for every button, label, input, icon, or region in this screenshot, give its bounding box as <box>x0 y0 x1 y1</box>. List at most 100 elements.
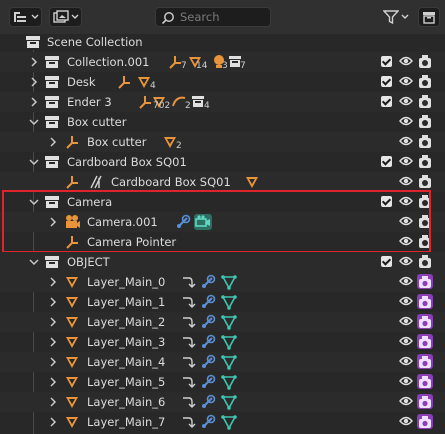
exclude-checkbox[interactable] <box>381 76 392 87</box>
eye-icon[interactable] <box>399 175 413 190</box>
eye-icon[interactable] <box>399 375 413 390</box>
eye-icon[interactable] <box>399 255 413 270</box>
modifier-arrow-icon[interactable] <box>181 374 197 390</box>
constraint-icon[interactable] <box>175 214 191 230</box>
collection-row-object[interactable]: OBJECT <box>0 252 445 272</box>
eye-icon[interactable] <box>399 355 413 370</box>
render-camera-icon[interactable] <box>417 314 433 329</box>
eye-icon[interactable] <box>399 155 413 170</box>
modifier-arrow-icon[interactable] <box>181 334 197 350</box>
expand-arrow-icon[interactable] <box>48 216 58 231</box>
render-camera-icon[interactable] <box>417 414 433 429</box>
modifier-arrow-icon[interactable] <box>181 314 197 330</box>
collection-row-ender3[interactable]: Ender 3 702 2 4 <box>0 92 445 112</box>
filter-view-dropdown[interactable] <box>49 7 82 27</box>
collection-row-camera[interactable]: Camera <box>0 192 445 212</box>
exclude-checkbox[interactable] <box>381 56 392 67</box>
eye-icon[interactable] <box>399 335 413 350</box>
render-camera-icon[interactable] <box>417 334 433 349</box>
eye-icon[interactable] <box>399 95 413 110</box>
expand-arrow-icon[interactable] <box>48 316 58 331</box>
eye-icon[interactable] <box>399 235 413 250</box>
exclude-checkbox[interactable] <box>381 256 392 267</box>
render-camera-icon[interactable] <box>418 254 432 272</box>
mesh-object-icon[interactable] <box>245 174 259 190</box>
expand-arrow-icon[interactable] <box>48 136 58 151</box>
modifier-arrow-icon[interactable] <box>181 354 197 370</box>
eye-icon[interactable] <box>399 415 413 430</box>
constraint-icon[interactable] <box>200 354 216 370</box>
constraint-icon[interactable] <box>200 334 216 350</box>
empty-object-icon[interactable] <box>168 54 182 70</box>
expand-arrow-icon[interactable] <box>48 396 58 411</box>
render-camera-icon[interactable] <box>417 394 433 409</box>
object-row-layer[interactable]: Layer_Main_0 <box>0 272 445 292</box>
render-camera-icon[interactable] <box>418 74 432 92</box>
eye-icon[interactable] <box>399 55 413 70</box>
render-camera-icon[interactable] <box>417 354 433 369</box>
constraint-icon[interactable] <box>200 274 216 290</box>
mesh-data-icon[interactable] <box>221 294 237 310</box>
mesh-data-icon[interactable] <box>221 314 237 330</box>
object-row-cardboard-box[interactable]: Cardboard Box SQ01 <box>0 172 445 192</box>
object-row-layer[interactable]: Layer_Main_2 <box>0 312 445 332</box>
display-mode-dropdown[interactable] <box>9 7 42 27</box>
expand-arrow-icon[interactable] <box>48 336 58 351</box>
expand-arrow-icon[interactable] <box>29 56 39 71</box>
collapse-arrow-icon[interactable] <box>28 196 40 211</box>
mesh-data-icon[interactable] <box>221 334 237 350</box>
render-camera-icon[interactable] <box>418 114 432 132</box>
collapse-arrow-icon[interactable] <box>28 116 40 131</box>
modifier-arrow-icon[interactable] <box>181 294 197 310</box>
eye-icon[interactable] <box>399 395 413 410</box>
render-camera-icon[interactable] <box>418 234 432 252</box>
render-camera-icon[interactable] <box>418 194 432 212</box>
mesh-data-icon[interactable] <box>221 394 237 410</box>
render-camera-icon[interactable] <box>418 54 432 72</box>
expand-arrow-icon[interactable] <box>48 376 58 391</box>
eye-icon[interactable] <box>399 295 413 310</box>
mesh-data-icon[interactable] <box>221 414 237 430</box>
filter-dropdown[interactable] <box>380 7 411 27</box>
child-collection-icon[interactable] <box>191 94 205 110</box>
constraint-icon[interactable] <box>200 394 216 410</box>
expand-arrow-icon[interactable] <box>48 356 58 371</box>
empty-object-icon[interactable] <box>138 94 152 110</box>
empty-object-icon[interactable] <box>117 74 131 90</box>
modifier-arrow-icon[interactable] <box>181 414 197 430</box>
eye-icon[interactable] <box>399 135 413 150</box>
modifier-arrow-icon[interactable] <box>181 394 197 410</box>
eye-icon[interactable] <box>399 275 413 290</box>
constraint-icon[interactable] <box>200 374 216 390</box>
render-camera-icon[interactable] <box>418 94 432 112</box>
collapse-arrow-icon[interactable] <box>28 256 40 271</box>
eye-icon[interactable] <box>399 115 413 130</box>
expand-arrow-icon[interactable] <box>48 416 58 431</box>
mesh-data-icon[interactable] <box>221 274 237 290</box>
collapse-arrow-icon[interactable] <box>28 156 40 171</box>
constraint-icon[interactable] <box>200 314 216 330</box>
eye-icon[interactable] <box>399 75 413 90</box>
eye-icon[interactable] <box>399 195 413 210</box>
collection-row-desk[interactable]: Desk 4 <box>0 72 445 92</box>
exclude-checkbox[interactable] <box>381 196 392 207</box>
render-camera-icon[interactable] <box>418 214 432 232</box>
render-camera-icon[interactable] <box>417 294 433 309</box>
expand-arrow-icon[interactable] <box>29 96 39 111</box>
exclude-checkbox[interactable] <box>381 96 392 107</box>
new-collection-button[interactable] <box>418 7 440 27</box>
constraint-icon[interactable] <box>200 294 216 310</box>
scene-collection-row[interactable]: Scene Collection <box>0 32 445 52</box>
expand-arrow-icon[interactable] <box>48 296 58 311</box>
search-field[interactable] <box>155 7 271 27</box>
expand-arrow-icon[interactable] <box>29 76 39 91</box>
exclude-checkbox[interactable] <box>381 156 392 167</box>
search-input[interactable] <box>180 9 268 25</box>
mesh-data-icon[interactable] <box>221 354 237 370</box>
modifier-arrow-icon[interactable] <box>181 274 197 290</box>
object-row-box-cutter[interactable]: Box cutter 2 <box>0 132 445 152</box>
mesh-data-icon[interactable] <box>221 374 237 390</box>
collection-row-cardboard-box[interactable]: Cardboard Box SQ01 <box>0 152 445 172</box>
render-camera-icon[interactable] <box>417 274 433 289</box>
object-row-camera001[interactable]: Camera.001 <box>0 212 445 232</box>
